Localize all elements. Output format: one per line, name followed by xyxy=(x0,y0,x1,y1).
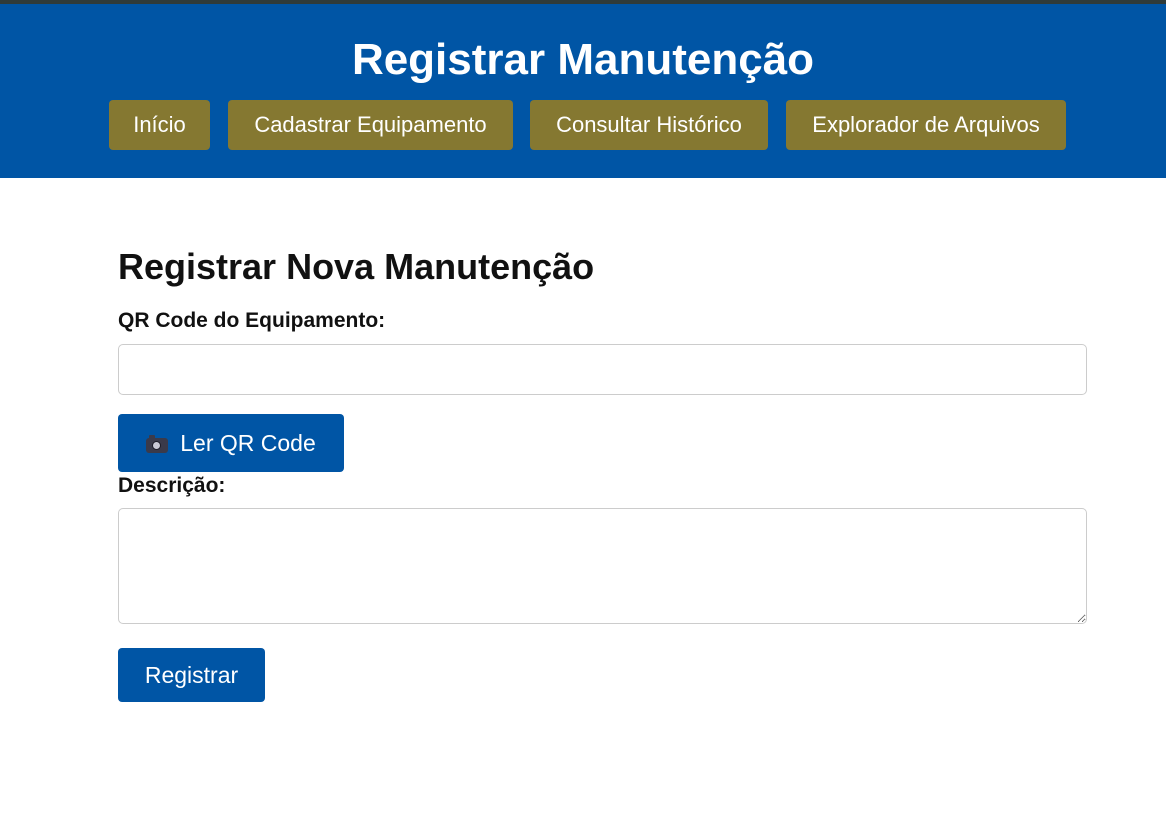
site-header: Registrar Manutenção Início Cadastrar Eq… xyxy=(0,4,1166,178)
scan-qr-button[interactable]: Ler QR Code xyxy=(118,414,344,472)
camera-icon xyxy=(146,435,169,453)
description-label: Descrição: xyxy=(118,474,226,497)
description-textarea[interactable] xyxy=(118,508,1087,624)
form-title: Registrar Nova Manutenção xyxy=(118,246,595,287)
main-nav: Início Cadastrar Equipamento Consultar H… xyxy=(0,100,1166,150)
nav-cadastrar-equipamento-button[interactable]: Cadastrar Equipamento xyxy=(228,100,513,150)
nav-explorador-arquivos-button[interactable]: Explorador de Arquivos xyxy=(786,100,1066,150)
page-title: Registrar Manutenção xyxy=(351,35,815,84)
qr-code-input[interactable] xyxy=(118,344,1087,395)
qr-code-label: QR Code do Equipamento: xyxy=(118,309,386,332)
register-button[interactable]: Registrar xyxy=(118,648,265,702)
nav-inicio-button[interactable]: Início xyxy=(109,100,210,150)
scan-qr-label: Ler QR Code xyxy=(180,430,316,456)
nav-consultar-historico-button[interactable]: Consultar Histórico xyxy=(530,100,768,150)
